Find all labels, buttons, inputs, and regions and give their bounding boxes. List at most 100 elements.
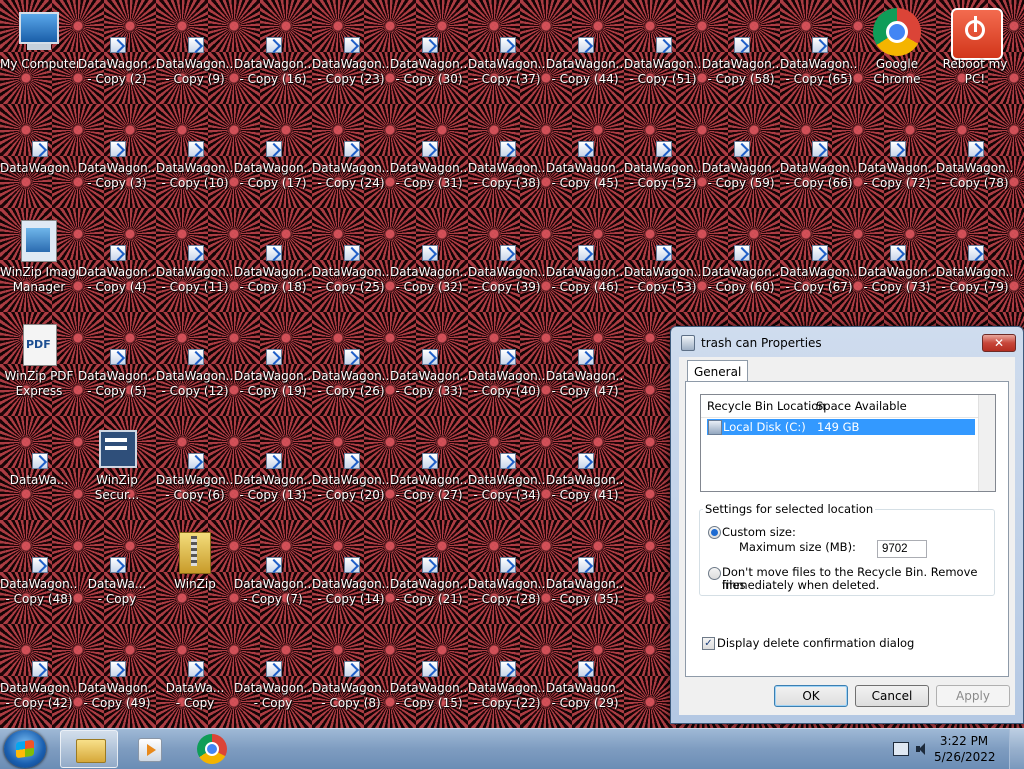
desktop-icon[interactable]: DataWagon.... - Copy (41) xyxy=(546,416,624,520)
dialog-titlebar[interactable]: trash can Properties ✕ xyxy=(671,327,1023,357)
desktop-icon[interactable]: DataWagon.... - Copy (44) xyxy=(546,0,624,104)
desktop-icon[interactable]: DataWagon.... - Copy (31) xyxy=(390,104,468,208)
desktop-icon[interactable]: DataWagon.... - Copy (38) xyxy=(468,104,546,208)
desktop-icon[interactable]: DataWagon.... - Copy (79) xyxy=(936,208,1014,312)
desktop-icon[interactable]: DataWagon.... - Copy (29) xyxy=(546,624,624,728)
desktop-icon[interactable]: PDF WinZip PDF Express xyxy=(0,312,78,416)
tab-general[interactable]: General xyxy=(687,360,749,383)
desktop-icon[interactable]: DataWagon.... - Copy (49) xyxy=(78,624,156,728)
desktop-icon[interactable]: DataWagon.... - Copy (32) xyxy=(390,208,468,312)
desktop-icon[interactable]: DataWagon.... - Copy (22) xyxy=(468,624,546,728)
cancel-button[interactable]: Cancel xyxy=(855,685,929,707)
desktop-icon[interactable]: DataWagon.... - Copy (2) xyxy=(78,0,156,104)
desktop-icon[interactable]: My Computer xyxy=(0,0,78,104)
desktop-icon[interactable]: DataWagon.... - Copy (65) xyxy=(780,0,858,104)
desktop-icon[interactable]: DataWagon.... - Copy (60) xyxy=(702,208,780,312)
desktop-icon-label: DataWagon.... - Copy xyxy=(234,681,312,710)
shortcut-icon xyxy=(185,346,205,366)
desktop-icon[interactable]: DataWagon.... - Copy (48) xyxy=(0,520,78,624)
desktop-icon[interactable]: DataWagon.... - Copy (14) xyxy=(312,520,390,624)
desktop-icon[interactable]: DataWagon.... - Copy (11) xyxy=(156,208,234,312)
desktop-icon[interactable]: DataWagon.... - Copy (73) xyxy=(858,208,936,312)
desktop-icon[interactable]: DataWagon.... - Copy (3) xyxy=(78,104,156,208)
desktop-icon[interactable]: DataWagon.... - Copy (15) xyxy=(390,624,468,728)
max-size-input[interactable] xyxy=(877,540,927,558)
desktop-icon[interactable]: WinZip xyxy=(156,520,234,624)
desktop-icon[interactable]: DataWagon.... - Copy (30) xyxy=(390,0,468,104)
desktop-icon[interactable]: DataWagon.... - Copy (6) xyxy=(156,416,234,520)
column-header-space[interactable]: Space Available xyxy=(816,399,907,413)
desktop-icon[interactable]: DataWagon.... - Copy (67) xyxy=(780,208,858,312)
desktop-icon[interactable]: WinZip Secur... xyxy=(78,416,156,520)
desktop-icon[interactable]: DataWagon.... - Copy (25) xyxy=(312,208,390,312)
confirm-label[interactable]: Display delete confirmation dialog xyxy=(717,637,914,650)
desktop-icon[interactable]: DataWagon.... - Copy (5) xyxy=(78,312,156,416)
taskbar-explorer-button[interactable] xyxy=(60,730,118,768)
recycle-bin-location-list[interactable]: Recycle Bin Location Space Available Loc… xyxy=(700,394,996,492)
desktop-icon[interactable]: DataWagon.... - Copy (52) xyxy=(624,104,702,208)
list-item[interactable]: Local Disk (C:) 149 GB xyxy=(707,419,975,435)
desktop-icon[interactable]: DataWagon.... - Copy (9) xyxy=(156,0,234,104)
desktop-icon[interactable]: DataWagon.... - Copy (33) xyxy=(390,312,468,416)
network-icon[interactable] xyxy=(893,742,909,756)
show-desktop-button[interactable] xyxy=(1009,729,1024,769)
desktop-icon[interactable]: DataWagon.... - Copy (10) xyxy=(156,104,234,208)
ok-button[interactable]: OK xyxy=(774,685,848,707)
desktop-icon[interactable]: DataWagon.... - Copy (19) xyxy=(234,312,312,416)
desktop-icon[interactable]: DataWagon.... - Copy (13) xyxy=(234,416,312,520)
desktop-icon[interactable]: DataWagon.... - Copy (51) xyxy=(624,0,702,104)
desktop-icon[interactable]: DataWagon.... - Copy (34) xyxy=(468,416,546,520)
desktop-icon[interactable]: DataWagon.... - Copy (72) xyxy=(858,104,936,208)
desktop-icon[interactable]: DataWagon.... - Copy (37) xyxy=(468,0,546,104)
desktop-icon[interactable]: DataWagon.... - Copy (17) xyxy=(234,104,312,208)
desktop-icon[interactable]: DataWagon.... - Copy xyxy=(234,624,312,728)
shortcut-icon xyxy=(731,138,751,158)
start-button[interactable] xyxy=(4,730,46,768)
desktop-icon[interactable]: Google Chrome xyxy=(858,0,936,104)
custom-size-label[interactable]: Custom size: xyxy=(722,526,796,539)
desktop-icon[interactable]: DataWagon.... - Copy (58) xyxy=(702,0,780,104)
close-button[interactable]: ✕ xyxy=(982,334,1016,352)
no-move-radio[interactable] xyxy=(708,567,721,580)
taskbar-chrome-button[interactable] xyxy=(183,730,241,768)
desktop-icon[interactable]: DataWagon.... - Copy (45) xyxy=(546,104,624,208)
desktop-icon[interactable]: DataWagon.... - Copy (12) xyxy=(156,312,234,416)
volume-icon[interactable] xyxy=(915,742,929,756)
desktop-icon[interactable]: DataWagon.... - Copy (46) xyxy=(546,208,624,312)
desktop-icon[interactable]: DataWagon.... - Copy (39) xyxy=(468,208,546,312)
desktop-icon[interactable]: DataWagon.... - Copy (4) xyxy=(78,208,156,312)
clock[interactable]: 3:22 PM 5/26/2022 xyxy=(934,733,996,765)
desktop-icon[interactable]: DataWagon.... - Copy (26) xyxy=(312,312,390,416)
desktop-icon[interactable]: DataWagon.... - Copy (23) xyxy=(312,0,390,104)
no-move-label-line2[interactable]: immediately when deleted. xyxy=(722,579,879,592)
desktop-icon[interactable]: DataWagon.... - Copy (24) xyxy=(312,104,390,208)
desktop-icon[interactable]: DataWagon.... - Copy (27) xyxy=(390,416,468,520)
desktop-icon[interactable]: DataWagon.... - Copy (35) xyxy=(546,520,624,624)
desktop-icon[interactable]: DataWagon.... - Copy (78) xyxy=(936,104,1014,208)
desktop-icon[interactable]: DataWagon.... - Copy (40) xyxy=(468,312,546,416)
confirm-checkbox[interactable]: ✓ xyxy=(702,637,715,650)
desktop-icon[interactable]: DataWagon.... - Copy (8) xyxy=(312,624,390,728)
desktop-icon[interactable]: DataWa... - Copy xyxy=(78,520,156,624)
desktop-icon[interactable]: DataWagon.... - Copy (18) xyxy=(234,208,312,312)
desktop-icon[interactable]: DataWagon.... - Copy (16) xyxy=(234,0,312,104)
taskbar-media-player-button[interactable] xyxy=(120,730,178,768)
desktop-icon[interactable]: DataWagon.... - Copy (59) xyxy=(702,104,780,208)
desktop-icon[interactable]: DataWagon.... - Copy (21) xyxy=(390,520,468,624)
desktop-icon[interactable]: DataWagon.... - Copy (66) xyxy=(780,104,858,208)
desktop-icon[interactable]: DataWa... - Copy xyxy=(156,624,234,728)
desktop-icon[interactable]: DataWagon.... - Copy (20) xyxy=(312,416,390,520)
desktop-icon[interactable]: DataWagon.... xyxy=(0,104,78,208)
desktop-icon[interactable]: DataWagon.... - Copy (7) xyxy=(234,520,312,624)
desktop-icon[interactable]: DataWagon.... - Copy (53) xyxy=(624,208,702,312)
desktop-icon[interactable]: DataWagon.... - Copy (47) xyxy=(546,312,624,416)
desktop-icon[interactable]: Reboot my PC! xyxy=(936,0,1014,104)
desktop-icon[interactable]: DataWa... xyxy=(0,416,78,520)
apply-button[interactable]: Apply xyxy=(936,685,1010,707)
list-scrollbar[interactable] xyxy=(978,395,995,491)
desktop-icon[interactable]: WinZip Image Manager xyxy=(0,208,78,312)
custom-size-radio[interactable] xyxy=(708,526,721,539)
desktop-icon[interactable]: DataWagon.... - Copy (28) xyxy=(468,520,546,624)
column-header-location[interactable]: Recycle Bin Location xyxy=(707,399,826,413)
desktop-icon[interactable]: DataWagon.... - Copy (42) xyxy=(0,624,78,728)
